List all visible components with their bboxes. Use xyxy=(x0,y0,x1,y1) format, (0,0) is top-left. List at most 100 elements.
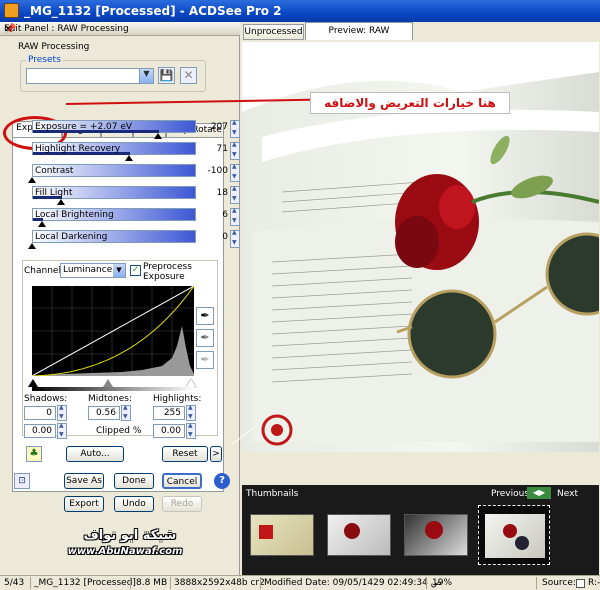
slider-value[interactable]: 0 xyxy=(198,232,228,242)
slider-thumb[interactable] xyxy=(28,243,36,249)
slider-track[interactable]: Highlight Recovery xyxy=(32,142,196,155)
undo-button[interactable]: Undo xyxy=(114,496,154,512)
slider-spin[interactable] xyxy=(230,163,240,182)
histogram[interactable] xyxy=(32,286,194,376)
status-source-label: Source: xyxy=(542,578,576,588)
rose-petal-light xyxy=(439,185,475,229)
slider-value[interactable]: -100 xyxy=(198,166,228,176)
white-eyedropper-icon[interactable]: ✒ xyxy=(196,351,214,369)
highlights-handle[interactable] xyxy=(186,379,196,387)
thumbnail-selected[interactable] xyxy=(478,505,550,565)
panel-header-title: Edit Panel : RAW Processing xyxy=(4,24,129,34)
status-dimensions: 3888x2592x48b cr2 xyxy=(174,578,265,588)
slider-spin[interactable] xyxy=(230,119,240,138)
help-icon[interactable]: ? xyxy=(214,473,230,489)
redo-button[interactable]: Redo xyxy=(162,496,202,512)
slider-row[interactable]: Fill Light 18 xyxy=(32,185,240,206)
cancel-button[interactable]: Cancel xyxy=(162,473,202,489)
annotation-label: هنا خيارات التعريض والاضافه xyxy=(310,92,510,114)
preprocess-checkbox[interactable]: ✓ xyxy=(130,265,141,276)
slider-thumb[interactable] xyxy=(154,133,162,139)
status-position: 5/43 xyxy=(4,578,25,588)
presets-label: Presets xyxy=(26,55,63,65)
delete-preset-icon[interactable]: ✕ xyxy=(180,67,197,84)
previous-link[interactable]: Previous xyxy=(491,489,529,499)
midtones-spin[interactable] xyxy=(121,404,131,421)
shadows-spin[interactable] xyxy=(57,404,67,421)
slider-label: Contrast xyxy=(35,166,74,176)
slider-spin[interactable] xyxy=(230,185,240,204)
slider-track[interactable]: Local Brightening xyxy=(32,208,196,221)
slider-value[interactable]: 71 xyxy=(198,144,228,154)
chevron-down-icon: ▼ xyxy=(113,264,125,277)
thumb-rose xyxy=(425,521,443,539)
status-modified: Modified Date: 09/05/1429 02:49:34 ص xyxy=(264,578,442,588)
watermark-url: www.AbuNawaf.com xyxy=(67,546,183,557)
slider-row[interactable]: Local Brightening 6 xyxy=(32,207,240,228)
slider-thumb[interactable] xyxy=(28,177,36,183)
next-link[interactable]: Next xyxy=(557,489,578,499)
save-preset-icon[interactable]: 💾 xyxy=(158,67,175,84)
shadows-input[interactable]: 0 xyxy=(24,406,56,420)
highlights-label: Highlights: xyxy=(153,394,202,404)
thumbnail[interactable] xyxy=(250,514,314,556)
shadows-clip-spin[interactable] xyxy=(57,422,67,439)
slider-label: Local Brightening xyxy=(35,210,114,220)
save-as-button[interactable]: Save As xyxy=(64,473,104,489)
clipped-label: Clipped % xyxy=(96,426,142,436)
highlights-clip-spin[interactable] xyxy=(186,422,196,439)
midtones-input[interactable]: 0.56 xyxy=(88,406,120,420)
done-button[interactable]: Done xyxy=(114,473,154,489)
slider-track[interactable]: Exposure = +2.07 eV xyxy=(32,120,196,133)
gray-eyedropper-icon[interactable]: ✒ xyxy=(196,329,214,347)
thumbnail[interactable] xyxy=(327,514,391,556)
nav-arrows-icon[interactable]: ◀▶ xyxy=(527,487,551,499)
reset-button[interactable]: Reset xyxy=(162,446,208,462)
slider-value[interactable]: 18 xyxy=(198,188,228,198)
midtones-handle[interactable] xyxy=(103,379,113,387)
status-size: 8.8 MB xyxy=(136,578,168,588)
slider-thumb[interactable] xyxy=(57,199,65,205)
shadows-handle[interactable] xyxy=(28,379,38,387)
status-filename: _MG_1132 [Processed] xyxy=(34,578,136,588)
shadows-clip-input[interactable]: 0.00 xyxy=(24,424,56,438)
slider-value[interactable]: 207 xyxy=(198,122,228,132)
thumbnail-strip xyxy=(242,501,599,575)
slider-track[interactable]: Local Darkening xyxy=(32,230,196,243)
presets-dropdown[interactable]: ▼ xyxy=(26,68,154,84)
slider-spin[interactable] xyxy=(230,141,240,160)
more-button[interactable]: > xyxy=(210,446,222,462)
watermark-arabic: شبكة ابو نواف xyxy=(83,528,177,543)
slider-row[interactable]: Highlight Recovery 71 xyxy=(32,141,240,162)
slider-thumb[interactable] xyxy=(125,155,133,161)
slider-spin[interactable] xyxy=(230,229,240,248)
auto-button[interactable]: Auto... xyxy=(66,446,124,462)
close-panel-icon[interactable]: ✕ xyxy=(4,24,12,35)
tab-unprocessed[interactable]: Unprocessed xyxy=(243,24,304,40)
tab-preview[interactable]: Preview: RAW Processing xyxy=(305,22,413,53)
auto-adjust-icon[interactable]: ♣ xyxy=(26,446,42,462)
panel-options-icon[interactable]: ⊡ xyxy=(14,473,30,489)
slider-value[interactable]: 6 xyxy=(198,210,228,220)
slider-spin[interactable] xyxy=(230,207,240,226)
source-checkbox[interactable] xyxy=(576,579,585,588)
slider-row[interactable]: Local Darkening 0 xyxy=(28,229,240,250)
slider-row[interactable]: Exposure = +2.07 eV 207 xyxy=(32,119,240,140)
slider-label: Fill Light xyxy=(35,188,73,198)
black-eyedropper-icon[interactable]: ✒ xyxy=(196,307,214,325)
slider-thumb[interactable] xyxy=(38,221,46,227)
acdsee-app-icon xyxy=(4,3,19,18)
highlights-input[interactable]: 255 xyxy=(153,406,185,420)
slider-track[interactable]: Fill Light xyxy=(32,186,196,199)
export-button[interactable]: Export xyxy=(64,496,104,512)
levels-gradient xyxy=(32,387,194,391)
slider-label: Exposure = +2.07 eV xyxy=(35,122,133,132)
slider-track[interactable]: Contrast xyxy=(32,164,196,177)
highlights-spin[interactable] xyxy=(186,404,196,421)
channel-dropdown[interactable]: Luminance ▼ xyxy=(60,263,126,278)
highlights-clip-input[interactable]: 0.00 xyxy=(153,424,185,438)
slider-label: Local Darkening xyxy=(35,232,108,242)
title-bar: _MG_1132 [Processed] - ACDSee Pro 2 xyxy=(0,0,600,22)
thumbnail[interactable] xyxy=(404,514,468,556)
slider-row[interactable]: Contrast -100 xyxy=(28,163,240,184)
